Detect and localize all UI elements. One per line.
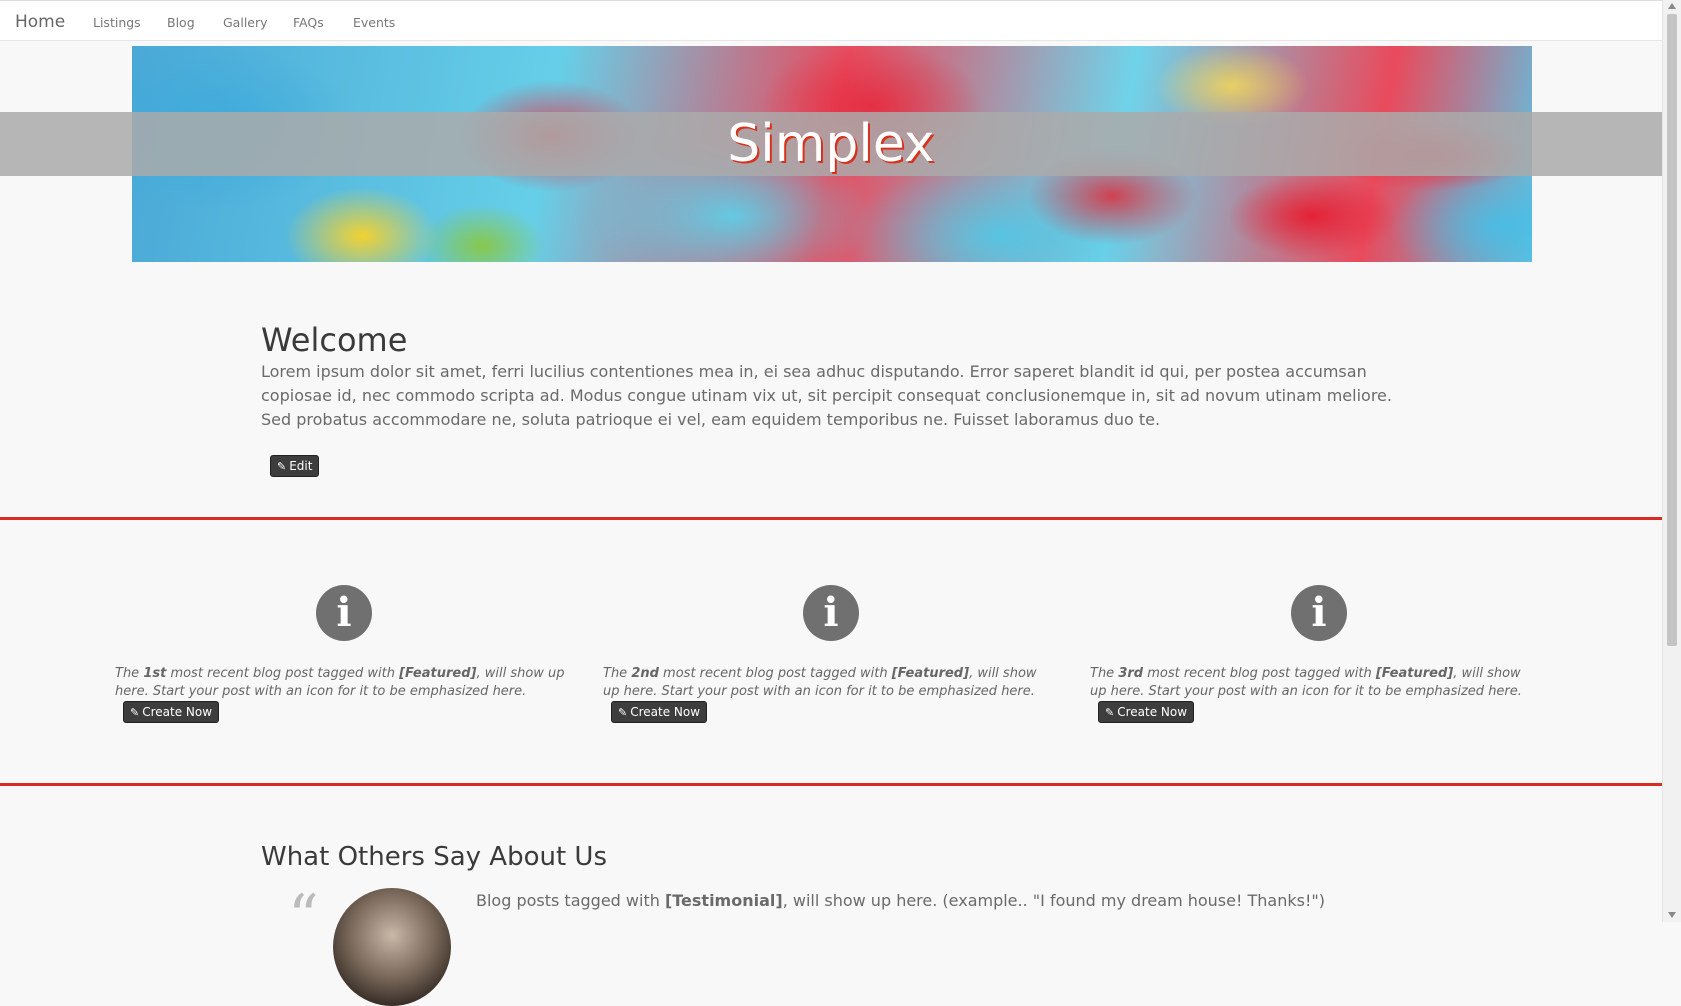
nav-events-link[interactable]: Events (353, 15, 395, 30)
section-divider (0, 783, 1662, 786)
page-scrollbar[interactable] (1662, 0, 1681, 922)
avatar (333, 888, 451, 1006)
testimonial-text: Blog posts tagged with [Testimonial], wi… (476, 891, 1325, 910)
info-circle-icon: i (803, 585, 859, 641)
section-divider (0, 517, 1662, 520)
pencil-icon: ✎ (130, 706, 140, 719)
create-now-button-3[interactable]: ✎ Create Now (1098, 701, 1195, 723)
featured-post-text-1: The 1st most recent blog post tagged wit… (115, 666, 565, 699)
pencil-icon: ✎ (1105, 706, 1115, 719)
nav-listings-link[interactable]: Listings (93, 15, 141, 30)
create-now-button-2[interactable]: ✎ Create Now (611, 701, 708, 723)
edit-button[interactable]: ✎ Edit (270, 455, 320, 477)
nav-blog-link[interactable]: Blog (167, 15, 195, 30)
welcome-text: Lorem ipsum dolor sit amet, ferri lucili… (261, 362, 1392, 429)
featured-post-text-2: The 2nd most recent blog post tagged wit… (603, 666, 1037, 699)
quote-icon: “ (288, 882, 319, 952)
featured-post-text-3: The 3rd most recent blog post tagged wit… (1090, 666, 1522, 699)
testimonials-title: What Others Say About Us (261, 842, 608, 872)
scrollbar-thumb[interactable] (1667, 14, 1677, 646)
navbar: Home Listings Blog Gallery FAQs Events (0, 0, 1662, 41)
pencil-icon: ✎ (277, 460, 287, 473)
scroll-down-arrow-icon[interactable] (1668, 912, 1676, 918)
pencil-icon: ✎ (618, 706, 628, 719)
info-circle-icon: i (1291, 585, 1347, 641)
nav-gallery-link[interactable]: Gallery (223, 15, 268, 30)
welcome-title: Welcome (261, 321, 408, 359)
nav-home-link[interactable]: Home (15, 12, 65, 32)
edit-button-label: Edit (289, 459, 313, 473)
info-circle-icon: i (316, 585, 372, 641)
hero-title: Simplex (727, 114, 935, 174)
scroll-up-arrow-icon[interactable] (1668, 3, 1676, 9)
create-now-button-1[interactable]: ✎ Create Now (123, 701, 220, 723)
nav-faqs-link[interactable]: FAQs (293, 15, 324, 30)
